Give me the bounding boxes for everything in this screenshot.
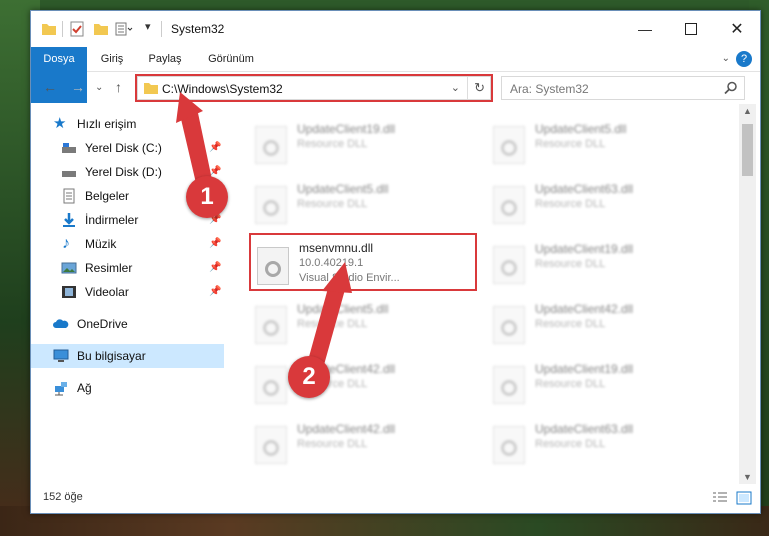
annotation-arrows: [176, 92, 352, 390]
step-1-badge: 1: [186, 176, 228, 218]
arrow-2-head: [322, 262, 352, 293]
step-2-badge: 2: [288, 356, 330, 398]
